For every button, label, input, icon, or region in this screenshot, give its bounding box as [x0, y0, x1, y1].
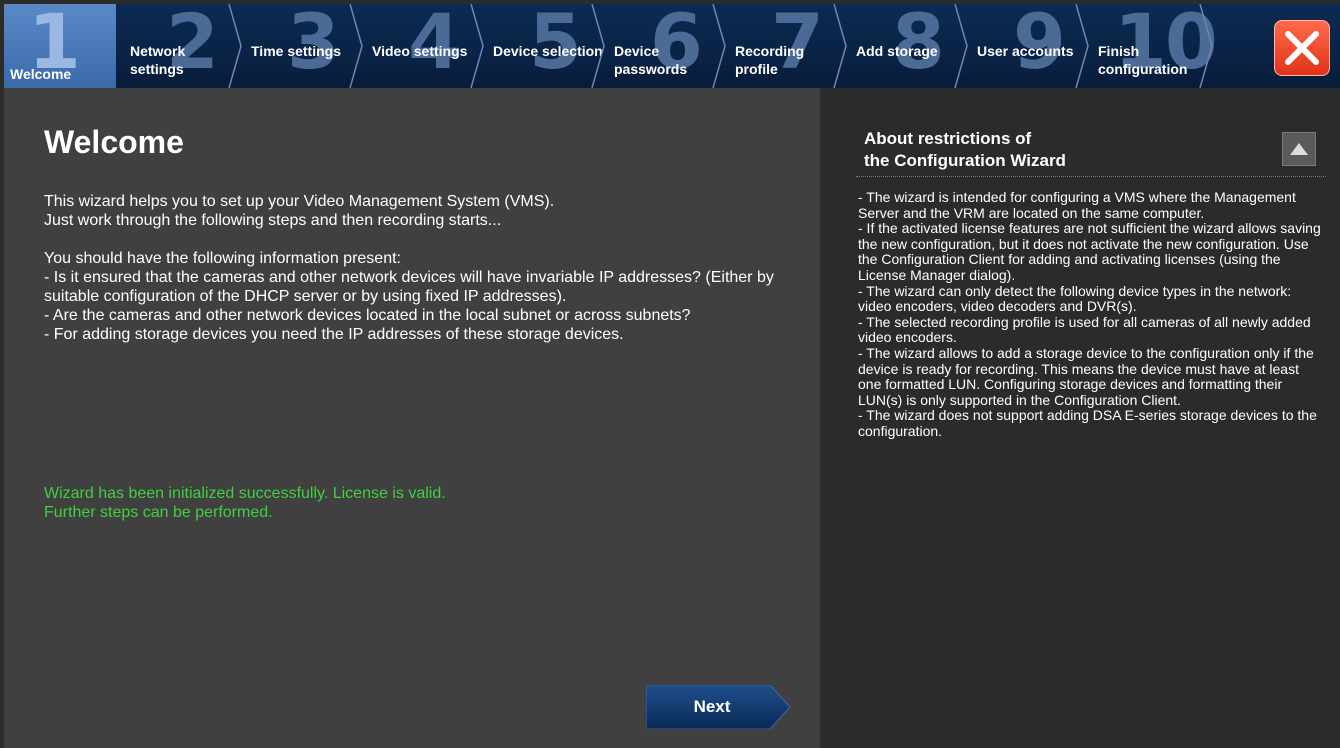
- wizard-step-bar: 1 Welcome 2 Network settings 3 Time sett…: [4, 4, 1340, 88]
- intro-line: This wizard helps you to set up your Vid…: [44, 193, 555, 210]
- step-label: Network settings: [130, 43, 186, 77]
- step-time-settings[interactable]: 3 Time settings: [237, 4, 363, 88]
- close-x-icon: [1285, 31, 1319, 65]
- restriction-item: - The wizard can only detect the followi…: [858, 282, 1292, 315]
- step-network-settings[interactable]: 2 Network settings: [116, 4, 242, 88]
- status-line: Further steps can be performed.: [44, 504, 273, 521]
- status-line: Wizard has been initialized successfully…: [44, 485, 446, 502]
- restriction-item: - The wizard is intended for configuring…: [858, 189, 1296, 221]
- intro-line: Just work through the following steps an…: [44, 212, 502, 229]
- status-message: Wizard has been initialized successfully…: [44, 484, 744, 522]
- welcome-text: This wizard helps you to set up your Vid…: [44, 192, 804, 344]
- collapse-button[interactable]: [1282, 132, 1316, 166]
- info-item: - For adding storage devices you need th…: [44, 326, 624, 343]
- restrictions-title: About restrictions of the Configuration …: [864, 128, 1164, 172]
- restrictions-panel: About restrictions of the Configuration …: [820, 88, 1340, 748]
- info-item: - Is it ensured that the cameras and oth…: [44, 269, 774, 305]
- step-device-passwords[interactable]: 6 Device passwords: [600, 4, 726, 88]
- restriction-item: - The wizard allows to add a storage dev…: [858, 344, 1314, 408]
- restrictions-title-line: About restrictions of: [864, 129, 1032, 148]
- step-user-accounts[interactable]: 9 User accounts: [963, 4, 1089, 88]
- step-add-storage[interactable]: 8 Add storage: [842, 4, 968, 88]
- step-label: Video settings: [372, 43, 468, 59]
- step-welcome[interactable]: 1 Welcome: [4, 4, 116, 88]
- step-label: Welcome: [10, 66, 72, 82]
- step-label: User accounts: [977, 43, 1074, 59]
- step-video-settings[interactable]: 4 Video settings: [358, 4, 484, 88]
- welcome-panel: Welcome This wizard helps you to set up …: [4, 88, 820, 748]
- step-separator: [1199, 4, 1213, 88]
- info-header: You should have the following informatio…: [44, 250, 401, 267]
- intro-paragraph: This wizard helps you to set up your Vid…: [44, 192, 804, 230]
- next-button-label: Next: [693, 697, 731, 716]
- step-label: Device passwords: [614, 43, 688, 77]
- next-button[interactable]: Next: [646, 685, 790, 729]
- step-label: Recording profile: [735, 43, 805, 77]
- restrictions-list: - The wizard is intended for configuring…: [858, 189, 1324, 440]
- restrictions-title-line: the Configuration Wizard: [864, 151, 1066, 170]
- restrictions-header: About restrictions of the Configuration …: [856, 122, 1326, 177]
- restriction-item: - If the activated license features are …: [858, 220, 1321, 283]
- step-recording-profile[interactable]: 7 Recording profile: [721, 4, 847, 88]
- info-item: - Are the cameras and other network devi…: [44, 307, 691, 324]
- step-label: Add storage: [856, 43, 938, 59]
- close-button[interactable]: [1274, 20, 1330, 76]
- step-label: Device selection: [493, 43, 603, 59]
- step-finish-configuration[interactable]: 10 Finish configuration: [1084, 4, 1218, 88]
- page-title: Welcome: [44, 124, 184, 160]
- step-device-selection[interactable]: 5 Device selection: [479, 4, 605, 88]
- step-label: Time settings: [251, 43, 341, 59]
- restriction-item: - The selected recording profile is used…: [858, 313, 1311, 346]
- restriction-item: - The wizard does not support adding DSA…: [858, 407, 1317, 439]
- chevron-up-icon: [1290, 143, 1308, 155]
